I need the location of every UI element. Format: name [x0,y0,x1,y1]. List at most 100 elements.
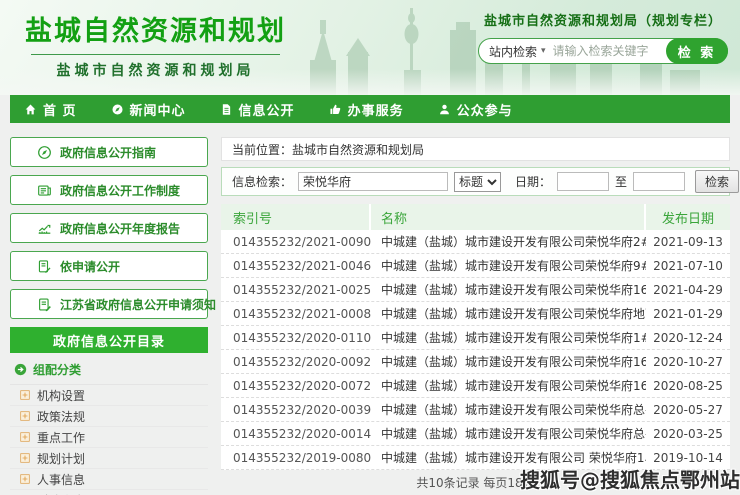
table-row: 014355232/2021-00258中城建（盐城）城市建设开发有限公司荣悦华… [221,278,730,302]
site-search-button[interactable]: 检 索 [666,38,728,64]
cell-title-link[interactable]: 中城建（盐城）城市建设开发有限公司荣悦华府1#配电室、8#配电室、 ... [371,326,646,349]
cell-index-number: 014355232/2020-01102 [221,326,371,349]
cell-publish-date: 2021-07-10 [646,254,730,277]
nav-item-1[interactable]: 首 页 [24,100,77,119]
cell-publish-date: 2020-03-25 [646,422,730,445]
nav-item-5[interactable]: 公众参与 [438,100,513,119]
records-table: 索引号名称发布日期 014355232/2021-00907中城建（盐城）城市建… [221,204,730,470]
search-scope-label: 站内检索 [489,43,537,60]
column-header-name: 名称 [371,204,646,230]
keyword-label: 信息检索： [232,173,292,190]
category-item-3[interactable]: 重点工作 [10,427,208,448]
search-type-select[interactable]: 标题 [454,172,501,192]
portal-column-link[interactable]: 盐城市自然资源和规划局（规划专栏） [478,10,728,29]
date-to-input[interactable] [633,172,685,191]
cell-index-number: 014355232/2020-00145 [221,422,371,445]
cell-index-number: 014355232/2020-00722 [221,374,371,397]
date-to-label: 至 [615,173,627,190]
category-item-6[interactable]: 财政资金 [10,490,208,495]
home-icon [24,103,37,116]
table-row: 014355232/2020-00924中城建（盐城）城市建设开发有限公司荣悦华… [221,350,730,374]
search-scope-dropdown[interactable]: 站内检索 ▾ [489,43,546,60]
nav-item-label: 信息公开 [239,100,295,119]
nav-item-label: 公众参与 [457,100,513,119]
cell-title-link[interactable]: 中城建（盐城）城市建设开发有限公司 荣悦华府1、8、9#配电房补发 ... [371,446,646,469]
sidebar-button-5[interactable]: 江苏省政府信息公开申请须知 [10,289,208,319]
site-title: 盐城自然资源和规划 [25,16,286,47]
sidebar-button-label: 江苏省政府信息公开申请须知 [60,296,216,313]
category-group-label: 组配分类 [33,361,81,378]
newspaper-icon [37,183,52,198]
cell-title-link[interactable]: 中城建（盐城）城市建设开发有限公司荣悦华府16、17、23、29、 ... [371,278,646,301]
news-icon [111,103,124,116]
cell-publish-date: 2019-10-14 [646,446,730,469]
sidebar-button-4[interactable]: 依申请公开 [10,251,208,281]
person-icon [438,103,451,116]
cell-index-number: 014355232/2020-00393 [221,398,371,421]
directory-title: 政府信息公开目录 [10,327,208,353]
date-from-input[interactable] [557,172,609,191]
category-label: 财政资金 [37,492,85,495]
site-subtitle: 盐城市自然资源和规划局 [25,60,286,80]
cell-index-number: 014355232/2020-00924 [221,350,371,373]
cell-index-number: 014355232/2021-00081 [221,302,371,325]
category-item-5[interactable]: 人事信息 [10,469,208,490]
cell-title-link[interactable]: 中城建（盐城）城市建设开发有限公司荣悦华府总平方案调整批后公告 [371,398,646,421]
cell-title-link[interactable]: 中城建（盐城）城市建设开发有限公司荣悦华府地下车库二期工程A区-2 ... [371,302,646,325]
category-item-2[interactable]: 政策法规 [10,406,208,427]
category-item-1[interactable]: 机构设置 [10,385,208,406]
category-label: 政策法规 [37,408,85,425]
cell-index-number: 014355232/2021-00469 [221,254,371,277]
cell-publish-date: 2021-01-29 [646,302,730,325]
compass-icon [37,145,52,160]
cell-title-link[interactable]: 中城建（盐城）城市建设开发有限公司荣悦华府总平方案调整 [371,422,646,445]
cell-publish-date: 2021-04-29 [646,278,730,301]
table-row: 014355232/2021-00469中城建（盐城）城市建设开发有限公司荣悦华… [221,254,730,278]
chevron-down-icon: ▾ [541,46,546,56]
plus-box-icon [20,411,30,421]
category-label: 重点工作 [37,429,85,446]
table-row: 014355232/2020-00393中城建（盐城）城市建设开发有限公司荣悦华… [221,398,730,422]
sidebar: 政府信息公开指南政府信息公开工作制度政府信息公开年度报告依申请公开江苏省政府信息… [10,137,208,495]
clipboard-pen-icon [37,297,52,312]
pagination-summary: 共10条记录 每页18条 [221,474,730,491]
chart-icon [37,221,52,236]
cell-title-link[interactable]: 中城建（盐城）城市建设开发有限公司荣悦华府2#3#5#配电房、4# ... [371,230,646,253]
category-item-4[interactable]: 规划计划 [10,448,208,469]
keyword-input[interactable] [298,172,448,191]
sidebar-button-1[interactable]: 政府信息公开指南 [10,137,208,167]
arrow-circle-icon [14,363,27,376]
plus-box-icon [20,453,30,463]
cell-index-number: 014355232/2019-00807 [221,446,371,469]
table-row: 014355232/2021-00081中城建（盐城）城市建设开发有限公司荣悦华… [221,302,730,326]
filter-search-button[interactable]: 检索 [695,170,739,193]
site-brand: 盐城自然资源和规划 盐城市自然资源和规划局 [25,16,286,80]
table-row: 014355232/2020-00722中城建（盐城）城市建设开发有限公司荣悦华… [221,374,730,398]
cell-index-number: 014355232/2021-00907 [221,230,371,253]
table-row: 014355232/2021-00907中城建（盐城）城市建设开发有限公司荣悦华… [221,230,730,254]
sidebar-button-label: 政府信息公开指南 [60,144,156,161]
sidebar-button-label: 政府信息公开工作制度 [60,182,180,199]
cell-title-link[interactable]: 中城建（盐城）城市建设开发有限公司荣悦华府16#、17#、23#、 ... [371,374,646,397]
brand-divider [31,54,280,55]
thumbs-up-icon [329,103,342,116]
cell-title-link[interactable]: 中城建（盐城）城市建设开发有限公司荣悦华府16#、17#、23#、 ... [371,350,646,373]
nav-item-label: 办事服务 [348,100,404,119]
sidebar-button-3[interactable]: 政府信息公开年度报告 [10,213,208,243]
breadcrumb: 当前位置：盐城市自然资源和规划局 [221,137,730,161]
nav-item-label: 首 页 [43,100,77,119]
nav-item-2[interactable]: 新闻中心 [111,100,186,119]
sidebar-button-2[interactable]: 政府信息公开工作制度 [10,175,208,205]
site-search-input[interactable] [553,44,663,58]
table-header: 索引号名称发布日期 [221,204,730,230]
date-label: 日期： [515,173,551,190]
nav-item-3[interactable]: 信息公开 [220,100,295,119]
nav-item-4[interactable]: 办事服务 [329,100,404,119]
cell-title-link[interactable]: 中城建（盐城）城市建设开发有限公司荣悦华府9#、15#、19-20 ... [371,254,646,277]
main-nav: 首 页 新闻中心 信息公开 办事服务 公众参与 [10,95,730,123]
nav-item-label: 新闻中心 [130,100,186,119]
document-pen-icon [37,259,52,274]
category-label: 人事信息 [37,471,85,488]
category-group-header[interactable]: 组配分类 [10,353,208,385]
column-header-date: 发布日期 [646,204,730,230]
